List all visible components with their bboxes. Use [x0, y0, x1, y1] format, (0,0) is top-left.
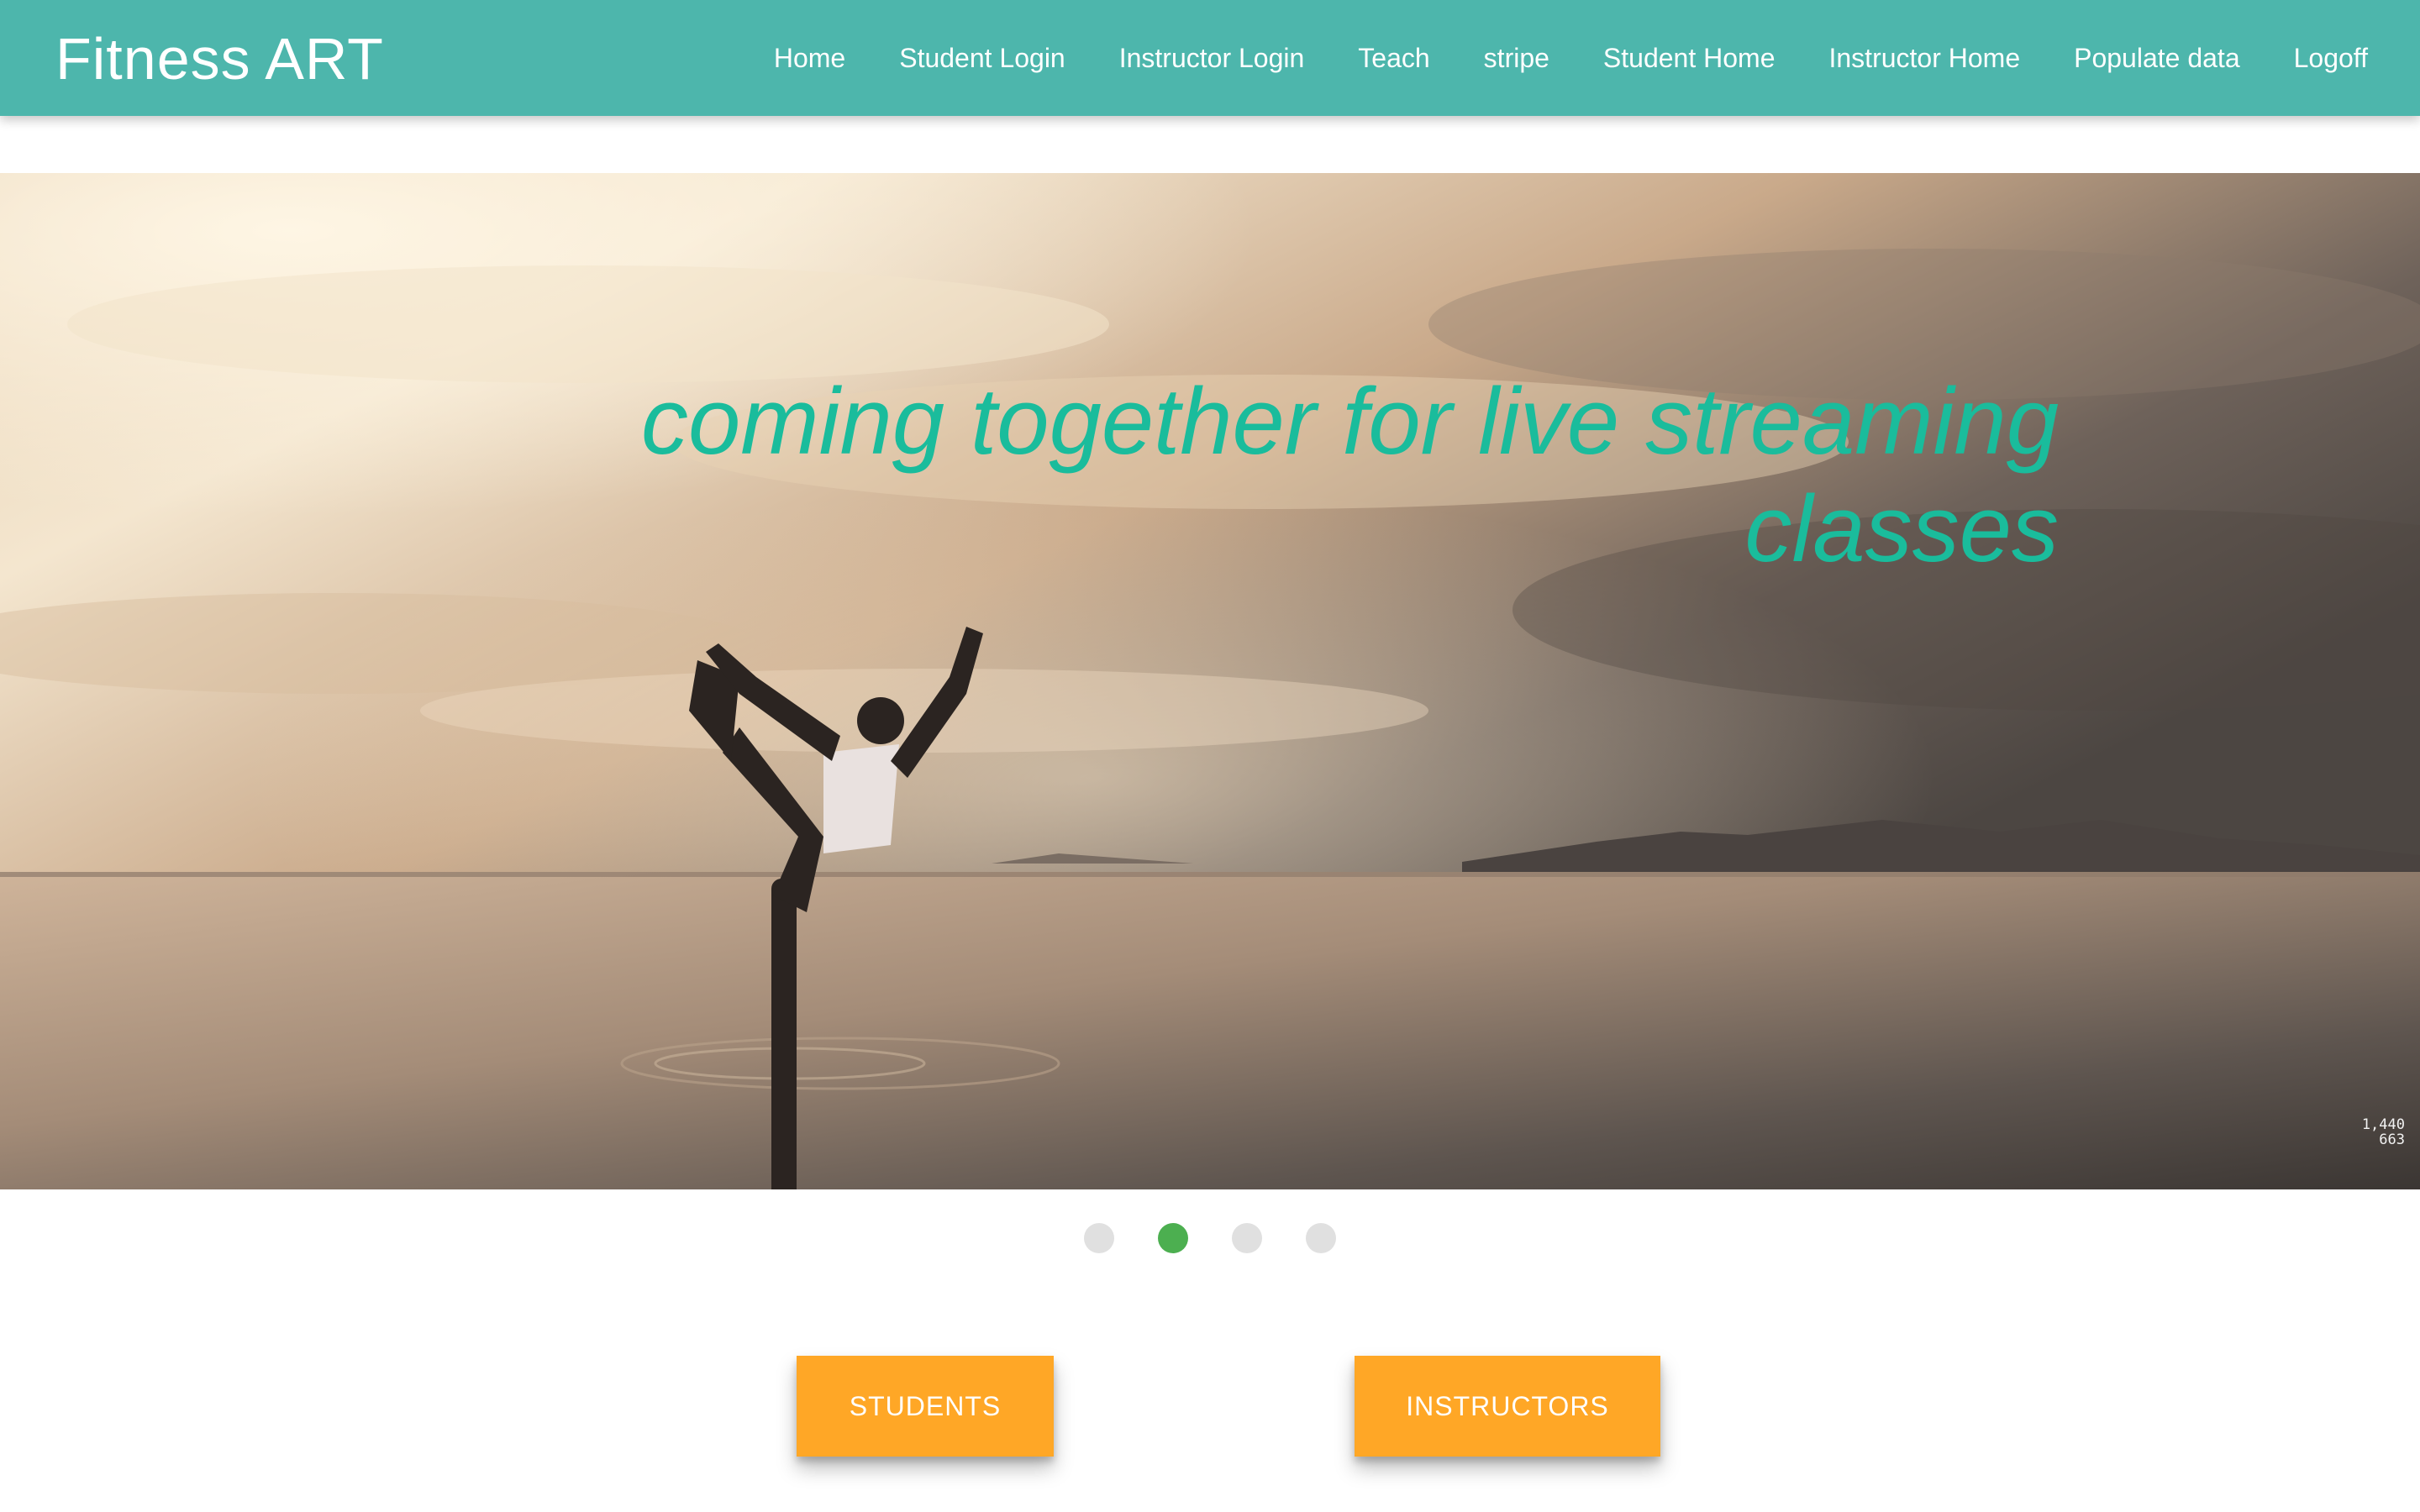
carousel-dot-4[interactable]	[1306, 1223, 1336, 1253]
dims-width: 1,440	[2361, 1116, 2405, 1133]
nav-menu: Home Student Login Instructor Login Teac…	[747, 0, 2395, 116]
nav-home[interactable]: Home	[774, 43, 845, 73]
nav-stripe[interactable]: stripe	[1484, 43, 1549, 73]
nav-populate-data[interactable]: Populate data	[2074, 43, 2240, 73]
carousel-indicators	[0, 1223, 2420, 1253]
instructors-button[interactable]: INSTRUCTORS	[1355, 1356, 1660, 1457]
hero-carousel-slide: coming together for live streaming class…	[0, 173, 2420, 1189]
nav-logoff[interactable]: Logoff	[2294, 43, 2368, 73]
nav-instructor-login[interactable]: Instructor Login	[1119, 43, 1305, 73]
hero-caption: coming together for live streaming class…	[462, 368, 2059, 583]
carousel-dot-2-active[interactable]	[1158, 1223, 1188, 1253]
caption-line-2: classes	[1744, 476, 2059, 581]
brand-logo[interactable]: Fitness ART	[55, 24, 384, 94]
carousel-dot-3[interactable]	[1232, 1223, 1262, 1253]
hero-image	[0, 173, 2420, 1189]
image-dimension-label: 1,440 663	[2362, 1117, 2405, 1147]
students-button[interactable]: STUDENTS	[797, 1356, 1054, 1457]
carousel-dot-1[interactable]	[1084, 1223, 1114, 1253]
nav-instructor-home[interactable]: Instructor Home	[1828, 43, 2020, 73]
top-navbar: Fitness ART Home Student Login Instructo…	[0, 0, 2420, 116]
nav-student-home[interactable]: Student Home	[1603, 43, 1776, 73]
nav-student-login[interactable]: Student Login	[899, 43, 1065, 73]
caption-line-1: coming together for live streaming	[641, 369, 2059, 474]
dims-height: 663	[2379, 1131, 2405, 1148]
nav-teach[interactable]: Teach	[1358, 43, 1429, 73]
